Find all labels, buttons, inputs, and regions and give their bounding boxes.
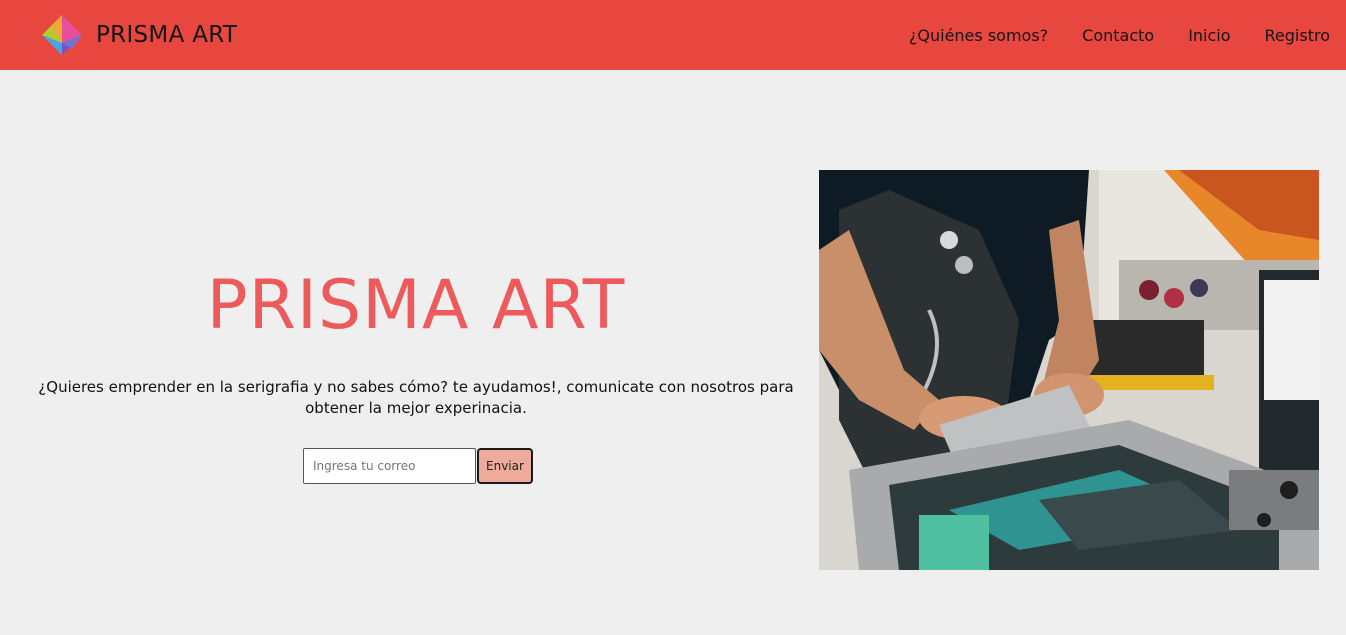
- nav-item-quienes-somos[interactable]: ¿Quiénes somos?: [909, 26, 1048, 45]
- nav-item-inicio[interactable]: Inicio: [1188, 26, 1230, 45]
- email-input[interactable]: [303, 448, 476, 484]
- brand-name: PRISMA ART: [96, 22, 238, 48]
- brand[interactable]: PRISMA ART: [38, 13, 237, 57]
- hero-section: PRISMA ART ¿Quieres emprender en la seri…: [30, 265, 802, 419]
- hero-description: ¿Quieres emprender en la serigrafia y no…: [38, 378, 794, 417]
- prism-logo-icon: [42, 15, 82, 55]
- top-navbar: PRISMA ART ¿Quiénes somos? Contacto Inic…: [0, 0, 1346, 70]
- nav-item-registro[interactable]: Registro: [1265, 26, 1330, 45]
- nav-item-contacto[interactable]: Contacto: [1082, 26, 1154, 45]
- screen-printing-illustration: [819, 170, 1319, 570]
- hero-title: PRISMA ART: [206, 266, 626, 345]
- send-button[interactable]: Enviar: [477, 448, 533, 484]
- email-signup-form: Enviar: [303, 448, 533, 484]
- screen-printing-photo: [819, 170, 1319, 570]
- main-nav: ¿Quiénes somos? Contacto Inicio Registro: [875, 0, 1330, 70]
